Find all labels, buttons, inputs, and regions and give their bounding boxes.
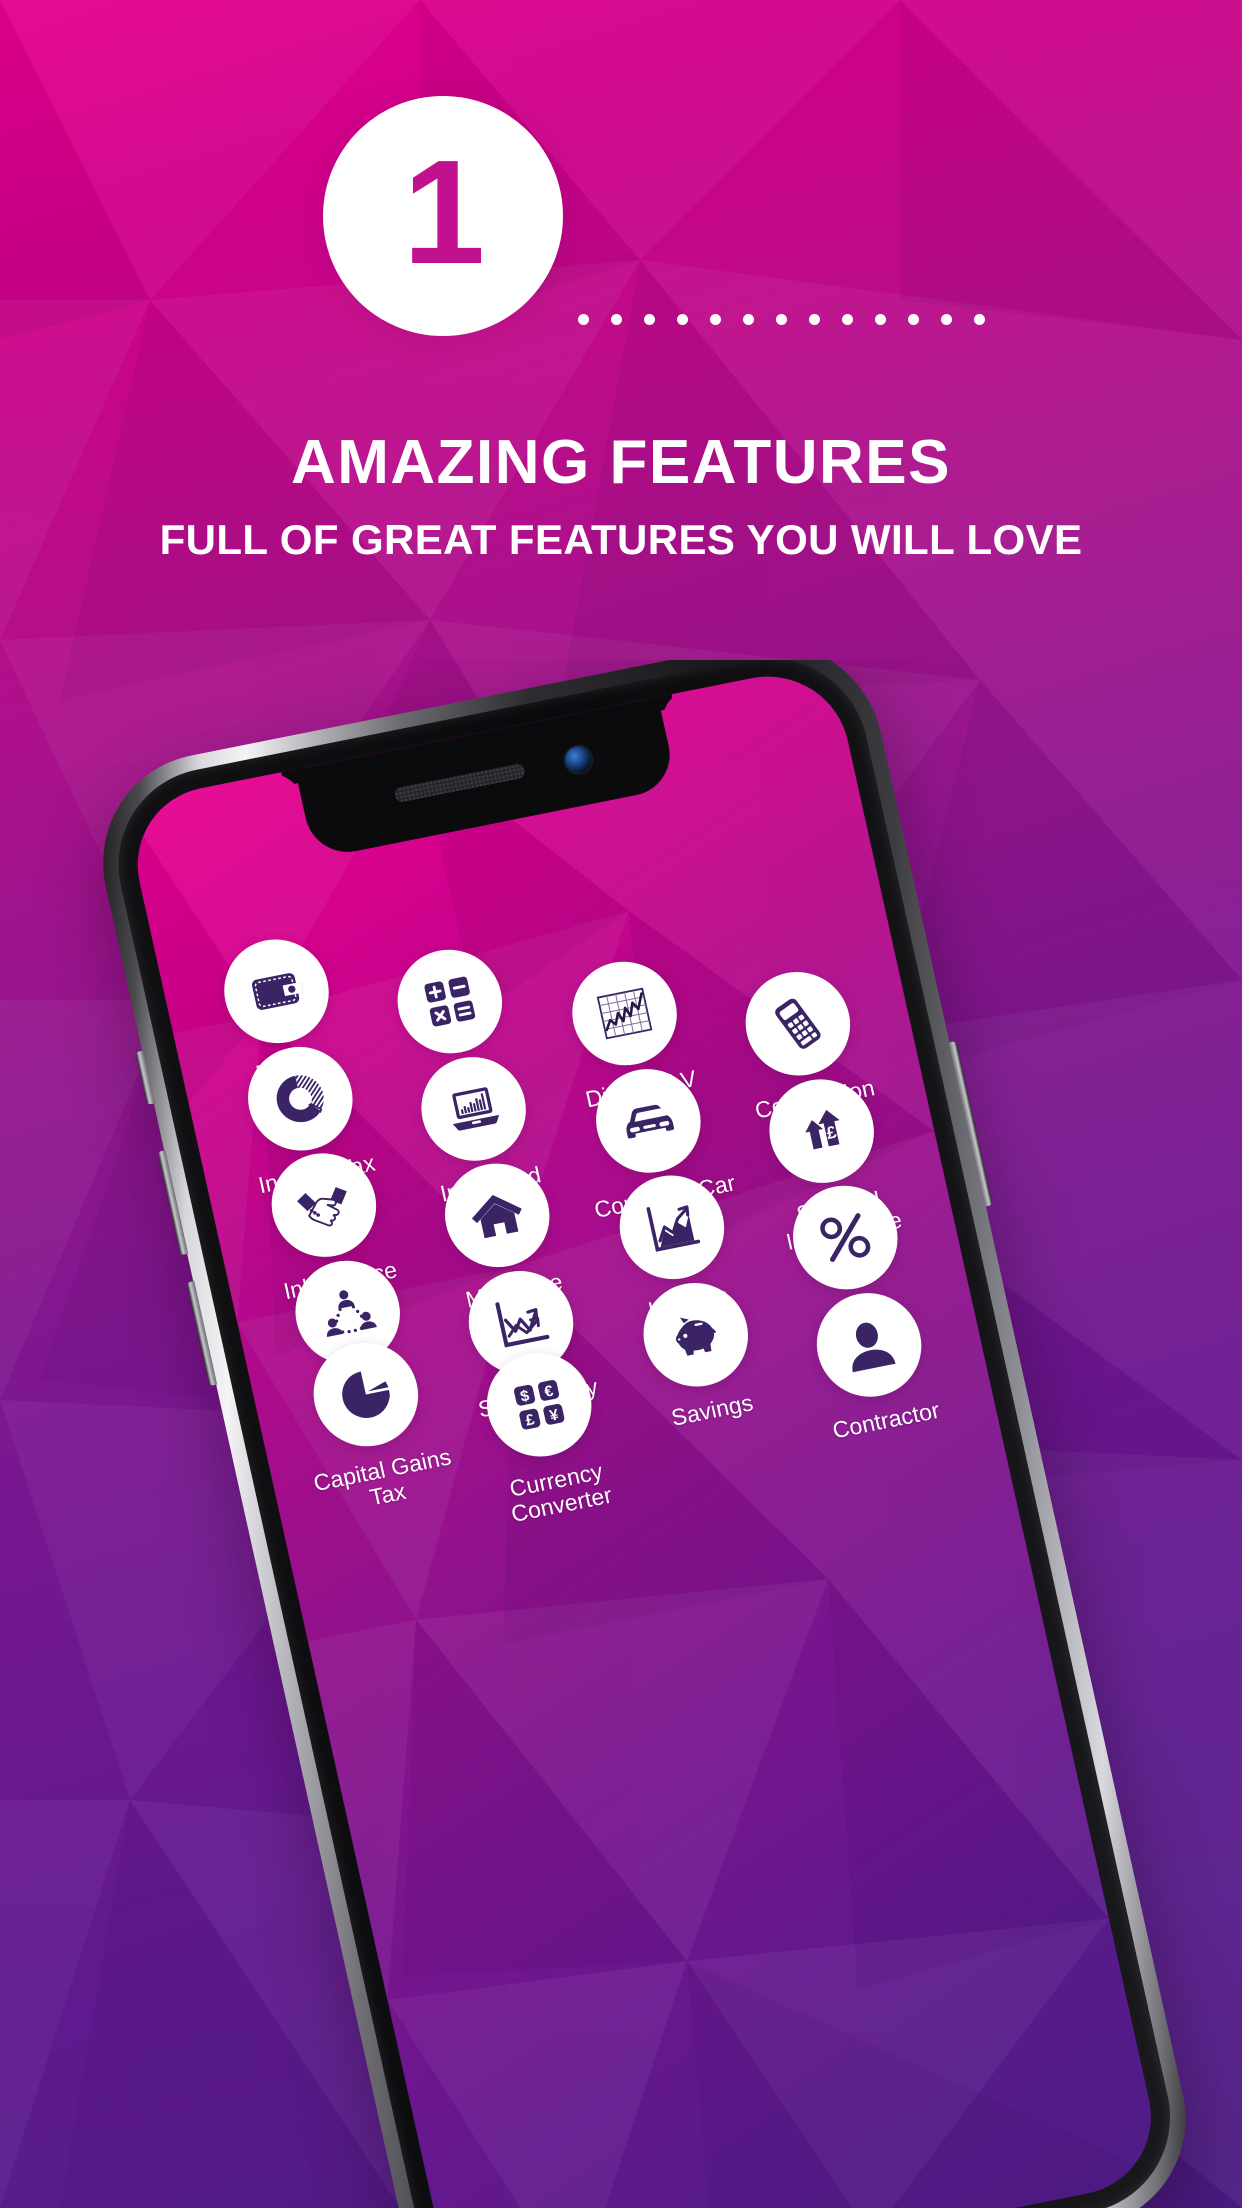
handshake-icon <box>296 1187 347 1227</box>
phone-mockup: Payslip <box>81 660 1208 2208</box>
wallet-icon <box>251 973 303 1010</box>
page-title: AMAZING FEATURES <box>290 428 952 497</box>
app-icon-circle[interactable]: $ € £ ¥ <box>477 1343 602 1466</box>
speaker-grille-icon <box>393 762 527 804</box>
app-icon-circle[interactable] <box>585 1059 711 1182</box>
trail-dot <box>875 314 886 325</box>
app-icon-circle[interactable]: £ <box>759 1069 885 1192</box>
percent-icon <box>820 1213 871 1263</box>
donut-chart-icon <box>276 1074 324 1122</box>
app-icon-circle[interactable] <box>435 1154 560 1277</box>
app-icon-circle[interactable] <box>783 1176 908 1299</box>
app-icon-circle[interactable] <box>411 1047 537 1170</box>
pound-arrows-up-icon: £ <box>805 1109 840 1149</box>
trail-dot <box>710 314 721 325</box>
calculator-keys-icon <box>424 976 476 1027</box>
trail-dot <box>809 314 820 325</box>
app-icon-circle[interactable] <box>387 940 513 1063</box>
laptop-bars-icon <box>452 1086 500 1131</box>
house-icon <box>472 1195 522 1239</box>
app-icon-circle[interactable] <box>213 930 339 1053</box>
dotted-connector <box>578 314 985 325</box>
app-grid: Payslip <box>153 799 1167 2208</box>
app-icon-circle[interactable] <box>303 1333 428 1456</box>
trail-dot <box>677 314 688 325</box>
step-badge: 1 <box>323 96 563 336</box>
app-icon-circle[interactable] <box>735 962 861 1085</box>
trail-dot <box>974 314 985 325</box>
app-icon-circle[interactable] <box>237 1037 363 1160</box>
app-tile-currency-converter[interactable]: $ € £ ¥ Currency Converter <box>446 1338 647 1534</box>
trail-dot <box>842 314 853 325</box>
currency-keys-icon: $ € £ ¥ <box>514 1380 565 1430</box>
step-number: 1 <box>402 130 485 295</box>
piggy-bank-icon <box>675 1317 716 1356</box>
app-tile-spacer <box>620 1350 821 1546</box>
phone-mockup-stage: Payslip <box>0 660 1242 2208</box>
line-chart-grid-icon <box>596 987 653 1040</box>
calculator-device-icon <box>775 998 821 1049</box>
trail-dot <box>743 314 754 325</box>
app-icon-circle[interactable] <box>261 1144 386 1267</box>
trail-dot <box>941 314 952 325</box>
trail-dot <box>611 314 622 325</box>
app-tile-spacer <box>794 1360 995 1556</box>
app-label: Capital Gains Tax <box>311 1443 454 1511</box>
trail-dot <box>776 314 787 325</box>
step-badge-region: 1 <box>0 96 1242 336</box>
trail-dot <box>644 314 655 325</box>
pie-chart-icon <box>341 1371 390 1419</box>
trail-dot <box>578 314 589 325</box>
app-label: Currency Converter <box>507 1458 615 1528</box>
zigzag-arrow-chart-icon <box>495 1302 550 1348</box>
car-icon <box>626 1104 674 1139</box>
person-silhouette-icon <box>852 1322 896 1372</box>
headline-block: AMAZING FEATURES FULL OF GREAT FEATURES … <box>0 430 1242 563</box>
app-icon-circle[interactable] <box>562 952 687 1075</box>
page-subtitle: FULL OF GREAT FEATURES YOU WILL LOVE <box>159 516 1083 564</box>
app-icon-circle[interactable] <box>609 1166 734 1289</box>
trail-dot <box>908 314 919 325</box>
front-camera-icon <box>562 744 595 775</box>
app-tile-capital-gains-tax[interactable]: Capital Gains Tax <box>272 1327 473 1523</box>
area-chart-arrow-icon <box>646 1205 700 1253</box>
people-network-icon <box>326 1290 377 1337</box>
